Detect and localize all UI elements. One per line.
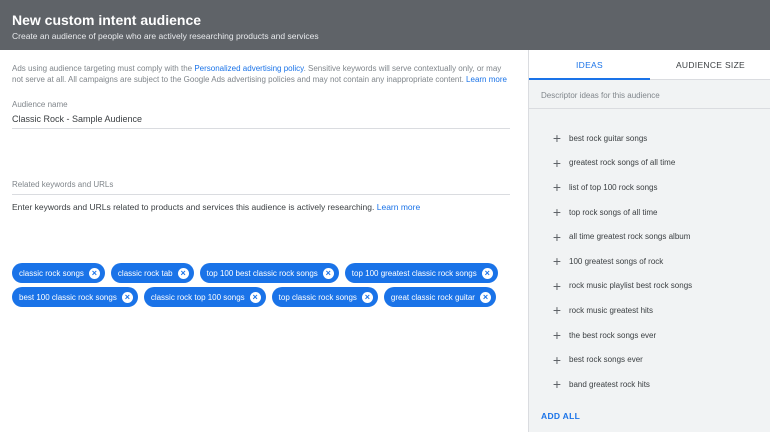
chip-row: classic rock songs × classic rock tab × to… [12,263,512,283]
dialog-header: New custom intent audience Create an aud… [0,0,770,50]
keyword-chip: top classic rock songs × [271,287,378,307]
idea-label: list of top 100 rock songs [569,182,658,192]
idea-item[interactable]: + best rock songs ever [551,347,692,372]
close-circle-icon[interactable]: × [481,267,493,279]
chip-label: classic rock songs [19,268,84,278]
close-circle-icon[interactable]: × [322,267,334,279]
idea-label: the best rock songs ever [569,330,657,340]
idea-item[interactable]: + the best rock songs ever [551,323,692,348]
idea-label: all time greatest rock songs album [569,232,691,242]
idea-item[interactable]: + list of top 100 rock songs [551,175,692,200]
idea-item[interactable]: + greatest rock songs of all time [551,151,692,176]
personalized-ad-policy-link[interactable]: Personalized advertising policy [194,64,303,73]
chip-label: top classic rock songs [278,292,357,302]
plus-icon[interactable]: + [551,254,563,268]
page-subtitle: Create an audience of people who are act… [12,31,319,41]
close-circle-icon[interactable]: × [479,291,491,303]
close-circle-icon[interactable]: × [177,267,189,279]
ideas-panel: IDEAS AUDIENCE SIZE Descriptor ideas for… [528,50,770,432]
idea-label: top rock songs of all time [569,207,658,217]
audience-form: Ads using audience targeting must comply… [0,50,528,432]
chip-label: classic rock top 100 songs [150,292,245,302]
ideas-divider [529,108,770,109]
close-circle-icon[interactable]: × [249,291,261,303]
plus-icon[interactable]: + [551,205,563,219]
keywords-instructions: Enter keywords and URLs related to produ… [12,202,420,212]
audience-name-label: Audience name [12,100,68,109]
close-circle-icon[interactable]: × [121,291,133,303]
page-title: New custom intent audience [12,12,202,28]
plus-icon[interactable]: + [551,156,563,170]
ideas-description: Descriptor ideas for this audience [541,91,660,100]
plus-icon[interactable]: + [551,353,563,367]
idea-label: band greatest rock hits [569,379,650,389]
policy-learn-more-link[interactable]: Learn more [466,75,507,84]
idea-item[interactable]: + rock music greatest hits [551,298,692,323]
keywords-input-underline[interactable] [12,194,510,195]
chip-row: best 100 classic rock songs × classic roc… [12,287,512,307]
plus-icon[interactable]: + [551,230,563,244]
keyword-chip: classic rock tab × [110,263,194,283]
chip-label: classic rock tab [117,268,173,278]
keyword-chip: great classic rock guitar × [383,287,496,307]
plus-icon[interactable]: + [551,131,563,145]
keyword-chips: classic rock songs × classic rock tab × to… [12,263,512,311]
chip-label: best 100 classic rock songs [19,292,117,302]
tab-audience-size[interactable]: AUDIENCE SIZE [650,50,770,79]
idea-label: 100 greatest songs of rock [569,256,664,266]
plus-icon[interactable]: + [551,180,563,194]
plus-icon[interactable]: + [551,328,563,342]
instructions-learn-more-link[interactable]: Learn more [377,202,420,212]
idea-item[interactable]: + top rock songs of all time [551,200,692,225]
idea-item[interactable]: + band greatest rock hits [551,372,692,397]
idea-item[interactable]: + best rock guitar songs [551,126,692,151]
idea-label: rock music greatest hits [569,305,654,315]
idea-label: best rock guitar songs [569,133,648,143]
plus-icon[interactable]: + [551,303,563,317]
chip-label: great classic rock guitar [390,292,475,302]
audience-name-underline [12,128,510,129]
keyword-chip: classic rock top 100 songs × [143,287,266,307]
instructions-text: Enter keywords and URLs related to produ… [12,202,377,212]
idea-item[interactable]: +100 greatest songs of rock [551,249,692,274]
idea-item[interactable]: + all time greatest rock songs album [551,224,692,249]
keyword-chip: top 100 greatest classic rock songs × [344,263,498,283]
ideas-list: + best rock guitar songs + greatest rock s… [551,126,692,397]
plus-icon[interactable]: + [551,377,563,391]
idea-label: rock music playlist best rock songs [569,281,693,291]
chip-label: top 100 best classic rock songs [206,268,318,278]
close-circle-icon[interactable]: × [88,267,100,279]
tab-ideas[interactable]: IDEAS [529,50,650,80]
policy-text-before: Ads using audience targeting must comply… [12,64,195,73]
add-all-button[interactable]: ADD ALL [541,411,580,421]
plus-icon[interactable]: + [551,279,563,293]
keywords-field-label: Related keywords and URLs [12,180,114,189]
keyword-chip: best 100 classic rock songs × [12,287,138,307]
close-circle-icon[interactable]: × [361,291,373,303]
idea-item[interactable]: + rock music playlist best rock songs [551,274,692,299]
audience-name-input[interactable]: Classic Rock - Sample Audience [12,114,142,124]
policy-notice: Ads using audience targeting must comply… [12,63,512,85]
panel-tabs: IDEAS AUDIENCE SIZE [529,50,770,80]
chip-label: top 100 greatest classic rock songs [351,268,477,278]
idea-label: greatest rock songs of all time [569,158,676,168]
keyword-chip: top 100 best classic rock songs × [199,263,339,283]
idea-label: best rock songs ever [569,355,643,365]
keyword-chip: classic rock songs × [12,263,105,283]
